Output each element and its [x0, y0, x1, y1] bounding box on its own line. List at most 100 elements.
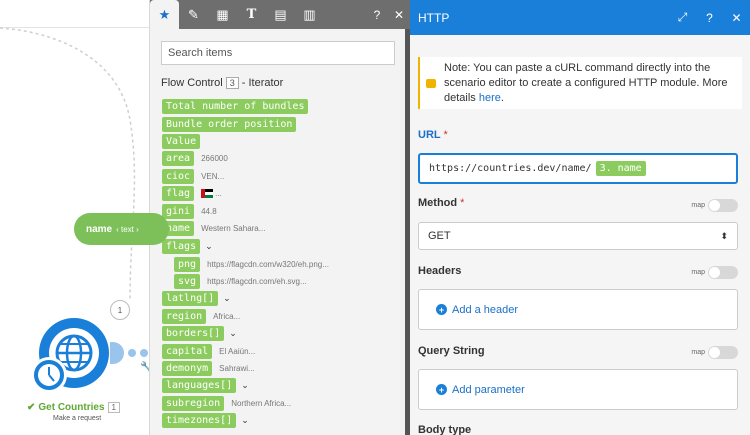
mapping-panel: ★ ✎ ▦ T ▤ ▥ ? ✕ Search items Flow Contro…	[149, 0, 410, 435]
close-icon[interactable]: ✕	[723, 11, 750, 25]
group-title: Flow Control 3 - Iterator	[161, 77, 283, 89]
add-parameter-label: Add parameter	[452, 383, 525, 396]
map-label: map	[691, 202, 705, 209]
required-mark: *	[460, 197, 465, 209]
details-link[interactable]: here	[479, 92, 501, 104]
item-chip[interactable]: languages[]	[162, 377, 237, 393]
group-suffix: - Iterator	[241, 77, 284, 89]
mapping-item[interactable]: cioc VEN...	[162, 168, 224, 184]
mapping-item[interactable]: svg https://flagcdn.com/eh.svg...	[174, 273, 307, 289]
calendar-icon[interactable]: ▤	[266, 0, 295, 29]
item-chip[interactable]: Total number of bundles	[162, 98, 309, 114]
item-chip[interactable]: subregion	[162, 395, 225, 411]
expand-icon[interactable]: ⤢	[669, 10, 696, 25]
url-label: URL *	[418, 129, 448, 141]
item-chip[interactable]: area	[162, 150, 195, 166]
item-chip[interactable]: capital	[162, 343, 213, 359]
item-chip[interactable]: timezones[]	[162, 412, 237, 428]
headers-label: Headers	[418, 265, 462, 277]
clock-icon[interactable]	[31, 357, 67, 393]
item-value: https://flagcdn.com/eh.svg...	[207, 276, 307, 286]
mapping-item[interactable]: Total number of bundles	[162, 98, 309, 114]
mapping-item[interactable]: demonym Sahrawi...	[162, 360, 255, 376]
panel-title: HTTP	[418, 10, 450, 25]
mapping-item[interactable]: area 266000	[162, 150, 228, 166]
mapping-item[interactable]: Value	[162, 133, 201, 149]
mapping-item[interactable]: timezones[] ⌄	[162, 412, 249, 428]
search-input[interactable]: Search items	[161, 41, 395, 65]
item-chip[interactable]: svg	[174, 273, 201, 289]
item-chip[interactable]: demonym	[162, 360, 213, 376]
mapping-item[interactable]: latlng[] ⌄	[162, 290, 231, 306]
chevron-down-icon[interactable]: ⌄	[241, 415, 249, 426]
item-value: 44.8	[201, 206, 217, 216]
calculator-icon[interactable]: ▦	[208, 0, 237, 29]
required-mark: *	[443, 129, 448, 141]
chevron-down-icon[interactable]: ⌄	[205, 241, 213, 252]
item-chip[interactable]: gini	[162, 203, 195, 219]
curl-note: Note: You can paste a cURL command direc…	[418, 57, 742, 109]
mapping-item[interactable]: flag ...	[162, 185, 222, 201]
method-select[interactable]: GET ⬍	[418, 222, 738, 250]
mapping-item[interactable]: capital El Aaiún...	[162, 343, 255, 359]
mapping-item[interactable]: region Africa...	[162, 308, 240, 324]
method-label-text: Method	[418, 197, 458, 209]
table-icon[interactable]: ▥	[295, 0, 324, 29]
chevron-down-icon[interactable]: ⌄	[241, 380, 249, 391]
mapping-item[interactable]: Bundle order position	[162, 116, 297, 132]
item-value: 266000	[201, 153, 228, 163]
item-value: Sahrawi...	[219, 363, 255, 373]
mapping-item[interactable]: png https://flagcdn.com/w320/eh.png...	[174, 256, 329, 272]
item-chip[interactable]: latlng[]	[162, 290, 219, 306]
help-icon[interactable]: ?	[366, 0, 388, 29]
connector-dot	[128, 349, 136, 357]
module-title: ✔ Get Countries 1	[27, 402, 120, 413]
wrench-tab-icon[interactable]: ✎	[179, 0, 208, 29]
filter-bubble[interactable]: 1	[110, 300, 130, 320]
dragged-chip-label: name	[86, 223, 113, 235]
item-value: VEN...	[201, 171, 225, 181]
item-chip[interactable]: borders[]	[162, 325, 225, 341]
mapping-item[interactable]: flags ⌄	[162, 238, 213, 254]
dragged-name-chip[interactable]: name ‹ text ›	[74, 213, 169, 245]
check-icon: ✔	[27, 402, 36, 413]
star-icon[interactable]: ★	[150, 0, 179, 29]
mapping-item[interactable]: subregion Northern Africa...	[162, 395, 291, 411]
item-value: Western Sahara...	[201, 223, 266, 233]
item-chip[interactable]: region	[162, 308, 207, 324]
url-mapped-chip[interactable]: 3. name	[595, 161, 646, 176]
mapping-item[interactable]: gini 44.8	[162, 203, 217, 219]
item-chip[interactable]: Value	[162, 133, 201, 149]
url-input[interactable]: https://countries.dev/name/ 3. name	[418, 153, 738, 184]
module-subtitle: Make a request	[53, 415, 102, 422]
toggle-switch[interactable]	[708, 199, 738, 212]
headers-map-toggle[interactable]: map	[691, 266, 738, 279]
plus-icon: +	[436, 304, 447, 315]
item-value: ...	[215, 188, 222, 198]
add-parameter-button[interactable]: + Add parameter	[418, 369, 738, 410]
text-icon[interactable]: T	[237, 0, 266, 29]
item-chip[interactable]: flag	[162, 185, 195, 201]
help-icon[interactable]: ?	[696, 11, 723, 25]
add-header-button[interactable]: + Add a header	[418, 289, 738, 330]
item-chip[interactable]: png	[174, 256, 201, 272]
item-chip[interactable]: Bundle order position	[162, 116, 297, 132]
item-chip[interactable]: cioc	[162, 168, 195, 184]
connector-dot	[140, 349, 148, 357]
add-header-label: Add a header	[452, 303, 519, 316]
query-map-toggle[interactable]: map	[691, 346, 738, 359]
chevron-down-icon[interactable]: ⌄	[223, 293, 231, 304]
item-value: Northern Africa...	[231, 398, 292, 408]
module-number: 1	[107, 402, 120, 413]
mapping-item[interactable]: borders[] ⌄	[162, 325, 237, 341]
method-map-toggle[interactable]: map	[691, 199, 738, 212]
item-chip[interactable]: flags	[162, 238, 201, 254]
mapping-item[interactable]: languages[] ⌄	[162, 377, 249, 393]
toggle-switch[interactable]	[708, 266, 738, 279]
note-accent	[418, 57, 420, 109]
toggle-switch[interactable]	[708, 346, 738, 359]
chevron-down-icon[interactable]: ⌄	[229, 328, 237, 339]
mapping-item[interactable]: name Western Sahara...	[162, 220, 265, 236]
dragged-chip-type: ‹ text ›	[116, 224, 139, 234]
close-icon[interactable]: ✕	[388, 0, 410, 29]
